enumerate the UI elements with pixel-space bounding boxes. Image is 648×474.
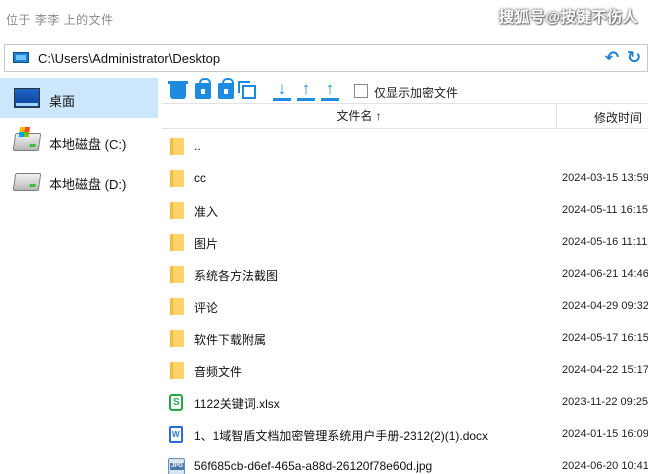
- file-time: 2024-06-21 14:46: [562, 268, 648, 280]
- system-drive-icon: [12, 133, 42, 151]
- folder-icon: [170, 202, 184, 219]
- upload-icon[interactable]: ↑: [297, 80, 315, 101]
- folder-icon: [170, 362, 184, 379]
- delete-icon[interactable]: [168, 81, 188, 99]
- drive-icon: [12, 173, 42, 191]
- file-name: cc: [194, 171, 206, 185]
- sidebar-item-label: 本地磁盘 (D:): [49, 177, 127, 192]
- file-name: 图片: [194, 237, 219, 251]
- folder-icon: [170, 330, 184, 347]
- refresh-icon[interactable]: ↻: [625, 49, 643, 67]
- file-time: 2024-06-20 10:41: [562, 460, 648, 472]
- copy-icon[interactable]: [238, 81, 256, 99]
- file-time: 2024-04-29 09:32: [562, 300, 648, 312]
- file-row[interactable]: 56f685cb-d6ef-465a-a88d-26120f78e60d.jpg…: [162, 450, 648, 474]
- file-row[interactable]: 1、1域智盾文档加密管理系统用户手册-2312(2)(1).docx 2024-…: [162, 418, 648, 450]
- file-row[interactable]: 软件下载附属 2024-05-17 16:15: [162, 322, 648, 354]
- window-title: 位于 李李 上的文件: [6, 13, 114, 27]
- file-name: 1122关键词.xlsx: [194, 397, 280, 411]
- sidebar-item-drive-d[interactable]: 本地磁盘 (D:): [0, 161, 158, 201]
- desktop-icon: [14, 88, 40, 108]
- download-icon[interactable]: ↓: [273, 80, 291, 101]
- sidebar: 桌面 本地磁盘 (C:) 本地磁盘 (D:): [0, 78, 160, 474]
- sidebar-item-desktop[interactable]: 桌面: [0, 78, 158, 118]
- decrypt-lock-icon[interactable]: [218, 78, 234, 99]
- watermark: 搜狐号@按键不伤人: [498, 9, 638, 26]
- file-row[interactable]: 图片 2024-05-16 11:11: [162, 226, 648, 258]
- file-list: .. cc 2024-03-15 13:59 准入 2024-05-11 16:…: [162, 130, 648, 474]
- file-name: 评论: [194, 301, 219, 315]
- folder-icon: [170, 138, 184, 155]
- back-arrow-icon[interactable]: ↶: [603, 49, 621, 67]
- file-name: 音频文件: [194, 365, 243, 379]
- sidebar-item-label: 本地磁盘 (C:): [49, 137, 127, 152]
- column-header-name[interactable]: 文件名 ↑: [162, 104, 557, 128]
- file-time: 2024-05-17 16:15: [562, 332, 648, 344]
- encrypt-lock-icon[interactable]: [195, 78, 211, 99]
- file-name: 系统各方法截图: [194, 269, 279, 283]
- show-encrypted-checkbox[interactable]: [354, 84, 368, 98]
- folder-icon: [170, 234, 184, 251]
- file-row[interactable]: 评论 2024-04-29 09:32: [162, 290, 648, 322]
- xlsx-icon: [169, 394, 183, 411]
- computer-icon: [13, 52, 29, 63]
- file-name: 软件下载附属: [194, 333, 267, 347]
- file-row[interactable]: cc 2024-03-15 13:59: [162, 162, 648, 194]
- column-header-modified[interactable]: 修改时间: [594, 109, 642, 126]
- file-row[interactable]: 准入 2024-05-11 16:15: [162, 194, 648, 226]
- file-time: 2024-05-11 16:15: [562, 204, 648, 216]
- file-time: 2023-11-22 09:25: [562, 396, 648, 408]
- folder-icon: [170, 170, 184, 187]
- file-name: 准入: [194, 205, 219, 219]
- file-name: ..: [194, 139, 201, 153]
- folder-icon: [170, 298, 184, 315]
- toolbar: ↓ ↑ ↑ 仅显示加密文件: [162, 78, 648, 102]
- title-bar: 位于 李李 上的文件 搜狐号@按键不伤人: [0, 0, 648, 38]
- file-time: 2024-01-15 16:09: [562, 428, 648, 440]
- file-row[interactable]: 1122关键词.xlsx 2023-11-22 09:25: [162, 386, 648, 418]
- folder-icon: [170, 266, 184, 283]
- file-row[interactable]: 音频文件 2024-04-22 15:17: [162, 354, 648, 386]
- show-encrypted-label: 仅显示加密文件: [374, 86, 459, 100]
- jpg-icon: [168, 458, 185, 474]
- file-list-header: 文件名 ↑ 修改时间: [162, 103, 648, 129]
- upload-folder-icon[interactable]: ↑: [321, 80, 339, 101]
- sidebar-item-label: 桌面: [49, 94, 76, 109]
- file-row[interactable]: 系统各方法截图 2024-06-21 14:46: [162, 258, 648, 290]
- file-time: 2024-04-22 15:17: [562, 364, 648, 376]
- file-time: 2024-05-16 11:11: [562, 236, 648, 248]
- docx-icon: [169, 426, 183, 443]
- file-row[interactable]: ..: [162, 130, 648, 162]
- file-time: 2024-03-15 13:59: [562, 172, 648, 184]
- file-name: 56f685cb-d6ef-465a-a88d-26120f78e60d.jpg: [194, 459, 433, 473]
- file-name: 1、1域智盾文档加密管理系统用户手册-2312(2)(1).docx: [194, 429, 489, 443]
- address-path[interactable]: C:\Users\Administrator\Desktop: [38, 51, 220, 66]
- sidebar-item-drive-c[interactable]: 本地磁盘 (C:): [0, 121, 158, 161]
- address-bar[interactable]: C:\Users\Administrator\Desktop ↶ ↻: [4, 44, 648, 72]
